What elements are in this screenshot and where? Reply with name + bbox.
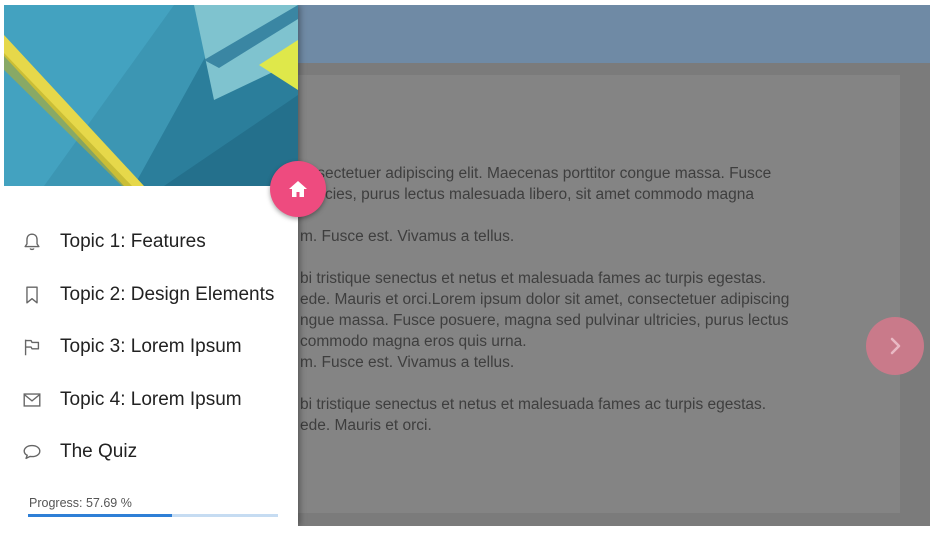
flag-icon: [20, 335, 44, 359]
content-text-line: [300, 205, 860, 226]
progress-bar-fill: [28, 514, 173, 517]
content-body-text: onsectetuer adipiscing elit. Maecenas po…: [300, 163, 860, 436]
content-text-line: ede. Mauris et orci.: [300, 417, 432, 434]
content-text-line: m. Fusce est. Vivamus a tellus.: [300, 228, 515, 245]
content-text-line: [300, 373, 860, 394]
content-text-line: onsectetuer adipiscing elit. Maecenas po…: [300, 165, 772, 182]
content-text-line: m. Fusce est. Vivamus a tellus.: [300, 354, 515, 371]
navigation-drawer: Topic 1: Features Topic 2: Design Element…: [4, 5, 298, 526]
bell-icon: [20, 230, 44, 254]
content-text-line: commodo magna eros quis urna.: [300, 333, 527, 350]
topic-label: Topic 4: Lorem Ipsum: [60, 388, 242, 410]
topic-label: Topic 1: Features: [60, 231, 206, 253]
topic-label: Topic 3: Lorem Ipsum: [60, 336, 242, 358]
topic-item[interactable]: Topic 2: Design Elements: [4, 269, 298, 322]
chat-bubble-icon: [20, 440, 44, 464]
content-text-line: ultricies, purus lectus malesuada libero…: [300, 186, 755, 203]
topic-item[interactable]: Topic 1: Features: [4, 216, 298, 269]
topic-label: The Quiz: [60, 441, 138, 463]
progress-label: Progress: 57.69 %: [29, 496, 132, 510]
home-icon: [289, 181, 307, 197]
chevron-right-icon: [890, 337, 901, 355]
content-text-line: bi tristique senectus et netus et malesu…: [300, 396, 767, 413]
content-text-line: bi tristique senectus et netus et malesu…: [300, 270, 767, 287]
app-window: onsectetuer adipiscing elit. Maecenas po…: [4, 5, 930, 526]
next-page-button[interactable]: [866, 317, 924, 375]
mail-icon: [20, 388, 44, 412]
topic-item[interactable]: Topic 3: Lorem Ipsum: [4, 321, 298, 374]
drawer-header-image: [4, 5, 298, 186]
content-text-line: [300, 247, 860, 268]
content-text-line: ede. Mauris et orci.Lorem ipsum dolor si…: [300, 291, 790, 308]
home-button[interactable]: [270, 161, 326, 217]
topic-item[interactable]: Topic 4: Lorem Ipsum: [4, 374, 298, 427]
topic-item[interactable]: The Quiz: [4, 426, 298, 479]
bookmark-icon: [20, 283, 44, 307]
topic-label: Topic 2: Design Elements: [60, 283, 275, 305]
progress-bar: [28, 514, 278, 517]
topic-list: Topic 1: Features Topic 2: Design Element…: [4, 216, 298, 479]
content-text-line: ngue massa. Fusce posuere, magna sed pul…: [300, 312, 789, 329]
